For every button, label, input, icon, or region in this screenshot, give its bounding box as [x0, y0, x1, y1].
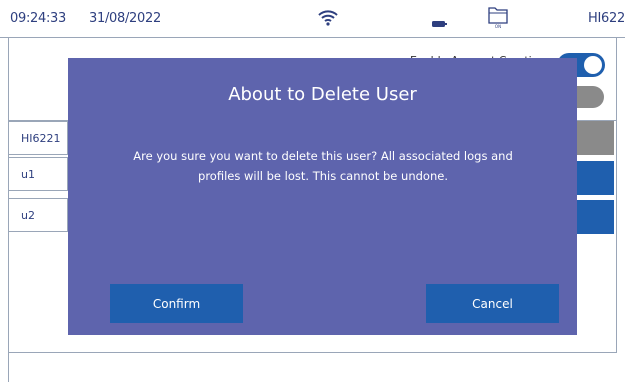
dialog-title: About to Delete User — [228, 84, 417, 105]
footer-border-left — [8, 352, 9, 382]
delete-user-dialog: About to Delete User Are you sure you wa… — [68, 58, 577, 335]
screen: 09:24:33 31/08/2022 ON HI6221 — [0, 0, 625, 382]
status-time: 09:24:33 — [10, 11, 66, 26]
status-bar: 09:24:33 31/08/2022 ON HI6221 — [0, 0, 625, 38]
user-row-hi6221[interactable]: HI6221 — [8, 121, 68, 155]
user-name: u2 — [21, 209, 35, 222]
dialog-message: Are you sure you want to delete this use… — [133, 149, 513, 183]
cancel-button[interactable]: Cancel — [426, 284, 559, 323]
toggle-knob — [584, 56, 602, 74]
frame-border-right — [616, 37, 617, 352]
status-device-name: HI6221 — [588, 11, 625, 26]
storage-label: ON — [494, 24, 502, 29]
wifi-icon — [317, 8, 339, 30]
frame-border-left — [8, 37, 9, 352]
status-date: 31/08/2022 — [89, 11, 161, 26]
user-name: u1 — [21, 168, 35, 181]
storage-icon: ON — [487, 5, 509, 29]
frame-border-bottom — [8, 352, 617, 353]
user-row-u1[interactable]: u1 — [8, 157, 68, 191]
row-action-u1[interactable] — [574, 161, 614, 195]
battery-icon — [432, 13, 448, 32]
user-row-u2[interactable]: u2 — [8, 198, 68, 232]
confirm-button[interactable]: Confirm — [110, 284, 243, 323]
row-action-u2[interactable] — [574, 200, 614, 234]
row-action-hi6221[interactable] — [574, 121, 614, 155]
user-name: HI6221 — [21, 132, 61, 145]
